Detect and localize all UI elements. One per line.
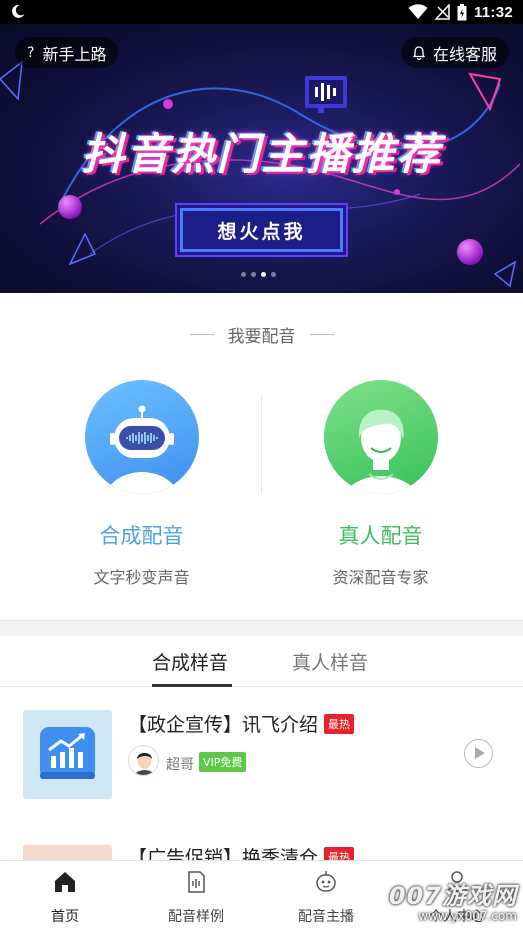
robot-avatar-icon <box>84 380 199 494</box>
sample-title: 【政企宣传】讯飞介绍 最热 <box>128 710 355 737</box>
robot-face-icon <box>316 871 336 892</box>
online-service-label: 在线客服 <box>432 44 497 64</box>
dub-section-header: 我要配音 <box>0 322 523 347</box>
list-item[interactable]: 【政企宣传】讯飞介绍 最热 超哥 VIP免费 <box>0 692 523 812</box>
nav-profile-label: 个人中心 <box>429 909 485 925</box>
human-dub-subtitle: 资深配音专家 <box>332 568 429 587</box>
vip-free-badge: VIP免费 <box>199 752 247 772</box>
battery-icon <box>457 3 467 20</box>
synthetic-dub-subtitle: 文字秒变声音 <box>93 568 190 587</box>
dub-section-title: 我要配音 <box>227 327 296 347</box>
active-tab-indicator <box>152 684 232 687</box>
nav-dub-samples-label: 配音样例 <box>168 909 224 925</box>
clock: 11:32 <box>473 3 513 21</box>
author-name: 超哥 <box>166 757 194 773</box>
carousel-dot <box>241 272 246 277</box>
moon-icon <box>12 4 25 18</box>
document-audio-icon <box>188 871 205 893</box>
home-icon <box>55 872 75 892</box>
question-icon: ? <box>27 44 35 61</box>
human-dub-title: 真人配音 <box>338 524 423 548</box>
synthetic-dub-title: 合成配音 <box>99 524 184 548</box>
synthetic-dub-card[interactable]: 合成配音 文字秒变声音 <box>11 380 272 588</box>
tab-synthetic-samples[interactable]: 合成样音 <box>152 648 228 675</box>
sample-tabs: 合成样音 真人样音 <box>0 636 523 687</box>
status-bar: 11:32 <box>0 0 523 24</box>
promo-banner[interactable]: ? 新手上路 在线客服 抖音热门主播推荐 想火点我 <box>0 24 523 293</box>
nav-dub-samples[interactable]: 配音样例 <box>141 869 251 926</box>
header-line-left <box>189 334 214 335</box>
human-dub-card[interactable]: 真人配音 资深配音专家 <box>250 380 511 588</box>
nav-home[interactable]: 首页 <box>10 869 120 926</box>
carousel-dot-active <box>261 272 266 277</box>
tab-human-samples[interactable]: 真人样音 <box>292 648 368 675</box>
header-line-right <box>309 334 334 335</box>
person-avatar-icon <box>323 380 438 494</box>
wifi-icon <box>408 4 428 19</box>
signal-icon <box>434 4 450 20</box>
chart-thumbnail-icon <box>23 710 112 799</box>
online-service-button[interactable]: 在线客服 <box>400 37 509 68</box>
hot-badge: 最热 <box>324 714 355 734</box>
carousel-dot <box>251 272 256 277</box>
person-icon <box>446 871 468 894</box>
carousel-dot <box>271 272 276 277</box>
nav-home-label: 首页 <box>51 909 79 925</box>
section-gap <box>0 620 523 636</box>
play-button[interactable] <box>464 739 493 768</box>
banner-headline: 抖音热门主播推荐 <box>81 130 442 180</box>
avatar <box>128 745 159 776</box>
carousel-indicator <box>241 272 276 277</box>
sample-title-text: 【政企宣传】讯飞介绍 <box>128 714 319 736</box>
nav-dub-hosts-label: 配音主播 <box>298 909 354 925</box>
bottom-navigation: 首页 配音样例 配音主播 个人中心 <box>0 860 523 931</box>
nav-dub-hosts[interactable]: 配音主播 <box>271 869 381 926</box>
beginner-guide-button[interactable]: ? 新手上路 <box>15 37 119 68</box>
banner-cta-button[interactable]: 想火点我 <box>180 208 343 252</box>
bell-icon <box>412 45 425 60</box>
beginner-guide-label: 新手上路 <box>42 44 107 64</box>
nav-profile[interactable]: 个人中心 <box>402 869 512 926</box>
